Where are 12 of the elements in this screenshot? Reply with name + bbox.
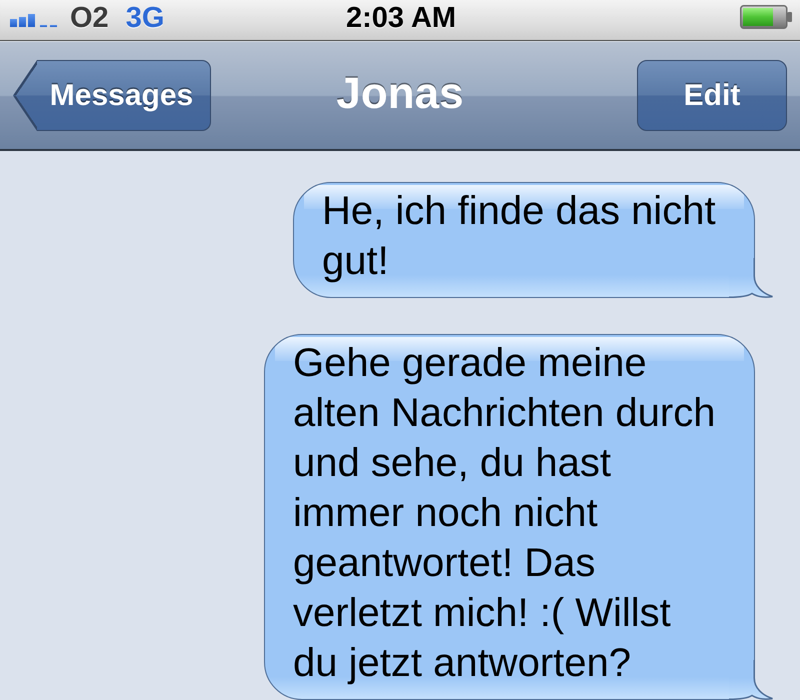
bubble-tail-icon (729, 258, 773, 298)
conversation-title: Jonas (336, 68, 464, 120)
message-text: He, ich finde das nicht gut! (322, 188, 717, 285)
bubble-tail-icon (729, 660, 773, 700)
battery-icon (740, 4, 792, 28)
edit-button[interactable]: Edit (637, 60, 787, 131)
status-time: 2:03 AM (346, 2, 456, 34)
network-type: 3G (126, 2, 164, 34)
signal-icon (10, 14, 57, 26)
message-text: Gehe gerade meine alten Nachrichten durch und sehe, du hast immer noch nicht geantwortet! Das verletzt mich! :( Willst du jetzt antworten? (293, 340, 716, 687)
carrier-name: O2 (70, 2, 109, 34)
back-button[interactable]: Messages (13, 60, 211, 131)
